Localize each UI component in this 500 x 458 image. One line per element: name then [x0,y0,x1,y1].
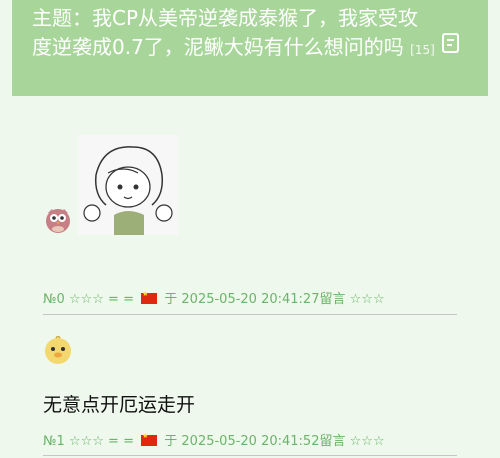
sketch-girl-image[interactable] [78,135,179,235]
stars-left: ☆☆☆ [68,434,104,449]
post-1: 无意点开厄运走开 [43,335,457,417]
topic-title-text: 主题：我CP从美帝逆袭成泰猴了，我家受攻度逆袭成0.7了，泥鳅大妈有什么想问的吗 [32,6,419,59]
stars-right: ☆☆☆ [349,292,385,307]
china-flag-icon [141,290,158,304]
eq-mark: = = [108,292,134,307]
post-0 [43,115,457,239]
post-number: №0 [43,292,65,307]
chick-avatar-icon[interactable] [43,335,73,366]
post-meta-0: №0 ☆☆☆ = = 于 2025-05-20 20:41:27留言 ☆☆☆ [43,288,385,307]
at-text: 于 [164,292,178,307]
reply-icon[interactable] [440,32,462,54]
eq-mark: = = [108,434,134,449]
stars-right: ☆☆☆ [349,434,385,449]
divider [43,314,457,315]
at-text: 于 [164,434,178,449]
post-meta-1: №1 ☆☆☆ = = 于 2025-05-20 20:41:52留言 ☆☆☆ [43,430,385,449]
china-flag-icon [141,432,158,446]
stars-left: ☆☆☆ [68,292,104,307]
timestamp: 2025-05-20 20:41:52 [181,434,320,449]
reply-count: [15] [410,43,435,57]
post-content: 无意点开厄运走开 [43,394,196,416]
divider [43,455,457,456]
action-text: 留言 [319,292,346,307]
action-text: 留言 [319,434,346,449]
topic-header: 主题：我CP从美帝逆袭成泰猴了，我家受攻度逆袭成0.7了，泥鳅大妈有什么想问的吗… [12,0,488,96]
topic-title: 主题：我CP从美帝逆袭成泰猴了，我家受攻度逆袭成0.7了，泥鳅大妈有什么想问的吗… [32,4,436,65]
post-number: №1 [43,434,65,449]
timestamp: 2025-05-20 20:41:27 [181,292,320,307]
owl-avatar-icon[interactable] [43,205,73,235]
